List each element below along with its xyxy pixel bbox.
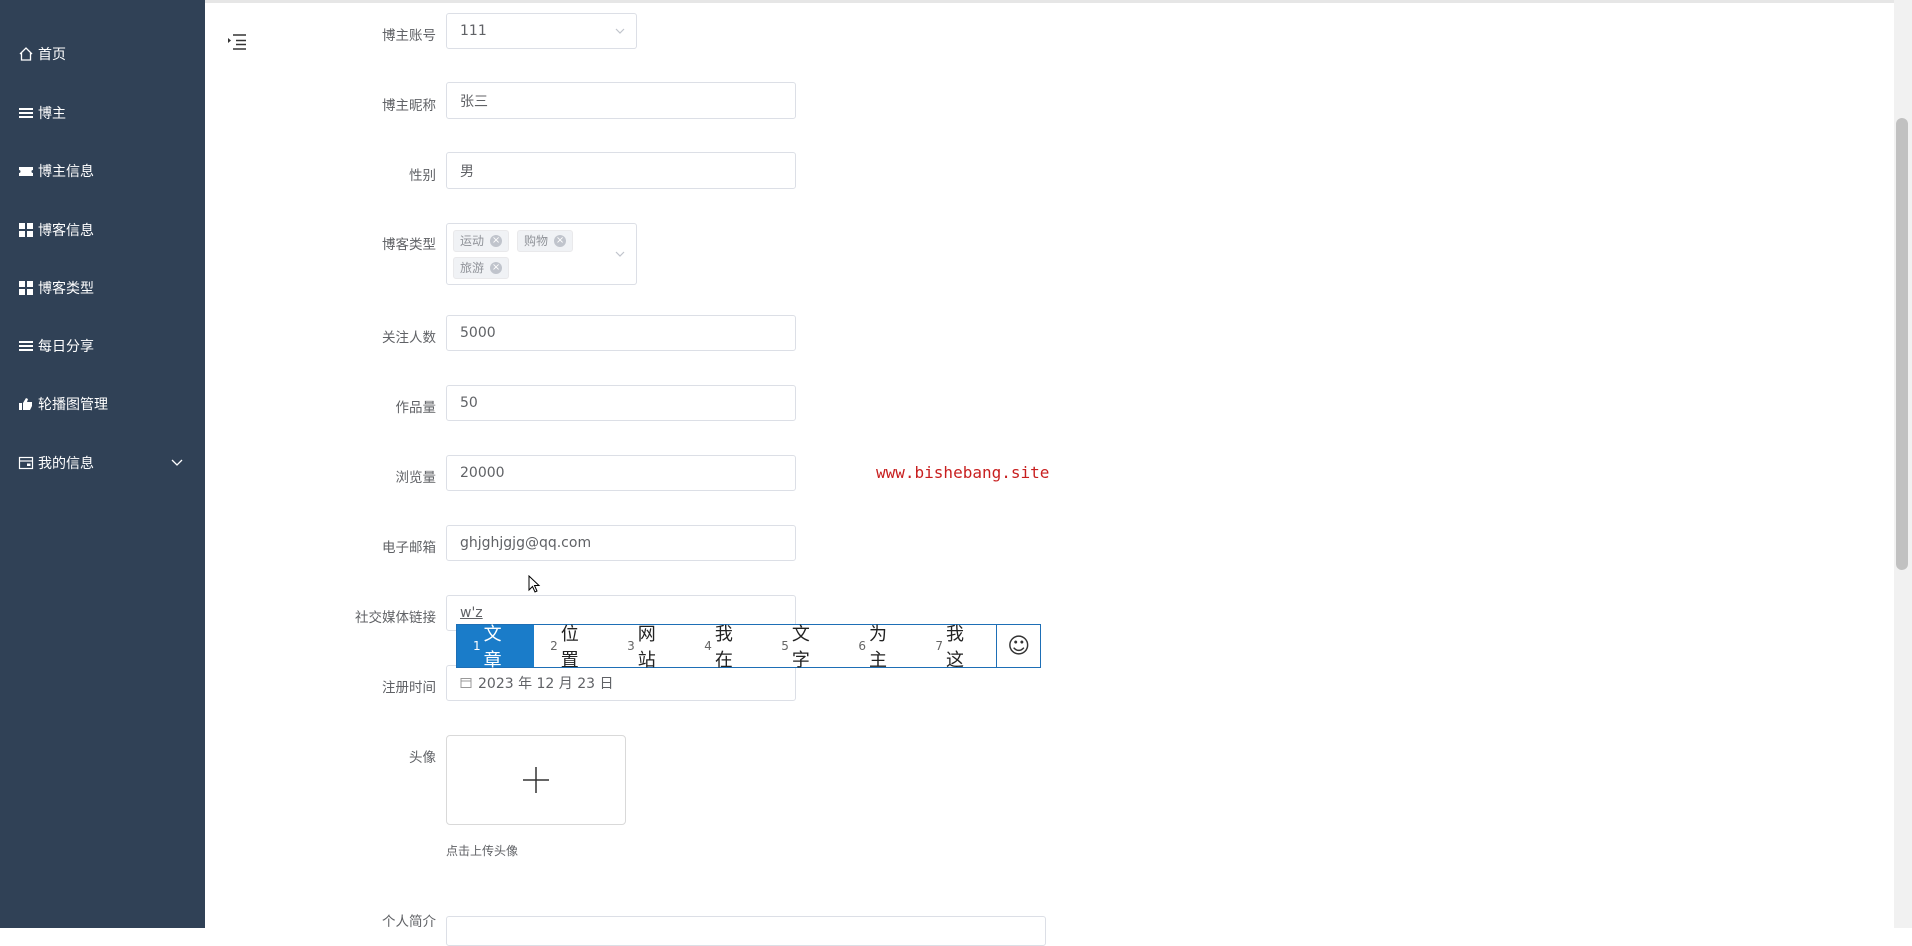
sidebar-item-label: 我的信息	[38, 456, 94, 472]
ime-candidate[interactable]: 1 文章	[457, 624, 535, 671]
chevron-down-icon[interactable]	[170, 455, 184, 469]
account-value: 111	[460, 23, 487, 39]
sidebar-item-label: 博主信息	[38, 164, 94, 180]
email-value: ghjghjgjg@qq.com	[460, 535, 592, 551]
top-border	[205, 0, 1912, 3]
bio-label: 个人简介	[382, 914, 436, 930]
list-icon	[18, 105, 34, 121]
sidebar-item-blog-info[interactable]: 博客信息	[18, 218, 94, 242]
social-label: 社交媒体链接	[355, 610, 436, 626]
followers-value: 5000	[460, 325, 496, 341]
social-value: w'z	[460, 605, 483, 621]
list-icon	[18, 338, 34, 354]
menu-toggle-icon[interactable]	[227, 33, 247, 51]
ime-candidate[interactable]: 2 位置	[534, 624, 611, 671]
blog-type-select[interactable]: 运动 × 购物 × 旅游 ×	[446, 223, 637, 285]
followers-label: 关注人数	[382, 330, 436, 346]
tag-close-icon[interactable]: ×	[490, 235, 503, 247]
account-select[interactable]: 111	[446, 13, 637, 49]
plus-icon	[523, 767, 549, 793]
scrollbar-thumb[interactable]	[1896, 118, 1908, 570]
emoji-icon[interactable]: ☺	[996, 625, 1040, 667]
tag-close-icon[interactable]: ×	[554, 235, 567, 247]
sidebar-item-daily-share[interactable]: 每日分享	[18, 334, 94, 358]
register-label: 注册时间	[382, 680, 436, 696]
works-label: 作品量	[395, 400, 437, 416]
tag-shopping: 购物 ×	[517, 230, 574, 252]
avatar-upload[interactable]	[446, 735, 626, 825]
watermark: www.bishebang.site	[876, 463, 1050, 482]
sidebar-item-label: 博客信息	[38, 223, 94, 239]
ticket-icon	[18, 163, 34, 179]
sidebar-item-label: 首页	[38, 47, 66, 63]
grid-icon	[18, 222, 34, 238]
email-input[interactable]: ghjghjgjg@qq.com	[446, 525, 796, 561]
avatar-hint: 点击上传头像	[446, 844, 519, 858]
email-label: 电子邮箱	[382, 540, 436, 556]
tag-travel: 旅游 ×	[453, 257, 510, 279]
bio-textarea[interactable]	[446, 916, 1046, 946]
works-value: 50	[460, 395, 478, 411]
ime-candidate[interactable]: 7 我这	[919, 624, 996, 671]
sidebar-item-blog-type[interactable]: 博客类型	[18, 276, 94, 300]
chevron-down-icon	[615, 251, 625, 257]
views-label: 浏览量	[395, 470, 437, 486]
register-value: 2023 年 12 月 23 日	[460, 673, 614, 693]
ime-candidate[interactable]: 5 文字	[765, 624, 842, 671]
tag-close-icon[interactable]: ×	[490, 262, 503, 274]
sidebar-item-blogger-info[interactable]: 博主信息	[18, 159, 94, 183]
views-value: 20000	[460, 465, 505, 481]
calendar-icon	[460, 678, 472, 688]
avatar-label: 头像	[409, 750, 436, 766]
ime-candidate-bar: 1 文章 2 位置 3 网站 4 我在 5 文字 6 为主 7 我这 ☺	[456, 624, 1041, 671]
nickname-value: 张三	[460, 93, 488, 110]
nickname-input[interactable]: 张三	[446, 82, 796, 119]
sidebar: 首页 博主 博主信息 博客信息 博客类型 每日分享 轮播图管理 我的信息	[0, 0, 205, 928]
gender-input[interactable]: 男	[446, 152, 796, 189]
nickname-label: 博主昵称	[382, 98, 436, 114]
sidebar-item-my-info[interactable]: 我的信息	[18, 451, 94, 475]
blog-type-label: 博客类型	[382, 237, 436, 253]
sidebar-item-label: 博客类型	[38, 281, 94, 297]
tag-sport: 运动 ×	[453, 230, 510, 252]
views-input[interactable]: 20000	[446, 455, 796, 491]
account-label: 博主账号	[382, 28, 436, 44]
card-icon	[18, 455, 34, 471]
gender-label: 性别	[409, 168, 436, 184]
ime-candidate[interactable]: 6 为主	[842, 624, 919, 671]
followers-input[interactable]: 5000	[446, 315, 796, 351]
sidebar-item-label: 轮播图管理	[38, 397, 108, 413]
home-icon	[18, 46, 34, 62]
mouse-cursor-icon	[528, 575, 541, 593]
sidebar-item-label: 每日分享	[38, 339, 94, 355]
ime-candidate[interactable]: 4 我在	[688, 624, 765, 671]
grid-icon	[18, 280, 34, 296]
thumb-icon	[18, 396, 34, 412]
sidebar-item-carousel[interactable]: 轮播图管理	[18, 392, 108, 416]
works-input[interactable]: 50	[446, 385, 796, 421]
sidebar-item-blogger[interactable]: 博主	[18, 101, 66, 125]
ime-candidate[interactable]: 3 网站	[611, 624, 688, 671]
gender-value: 男	[460, 163, 474, 180]
sidebar-item-label: 博主	[38, 106, 66, 122]
sidebar-item-home[interactable]: 首页	[18, 42, 66, 66]
chevron-down-icon	[615, 28, 625, 34]
